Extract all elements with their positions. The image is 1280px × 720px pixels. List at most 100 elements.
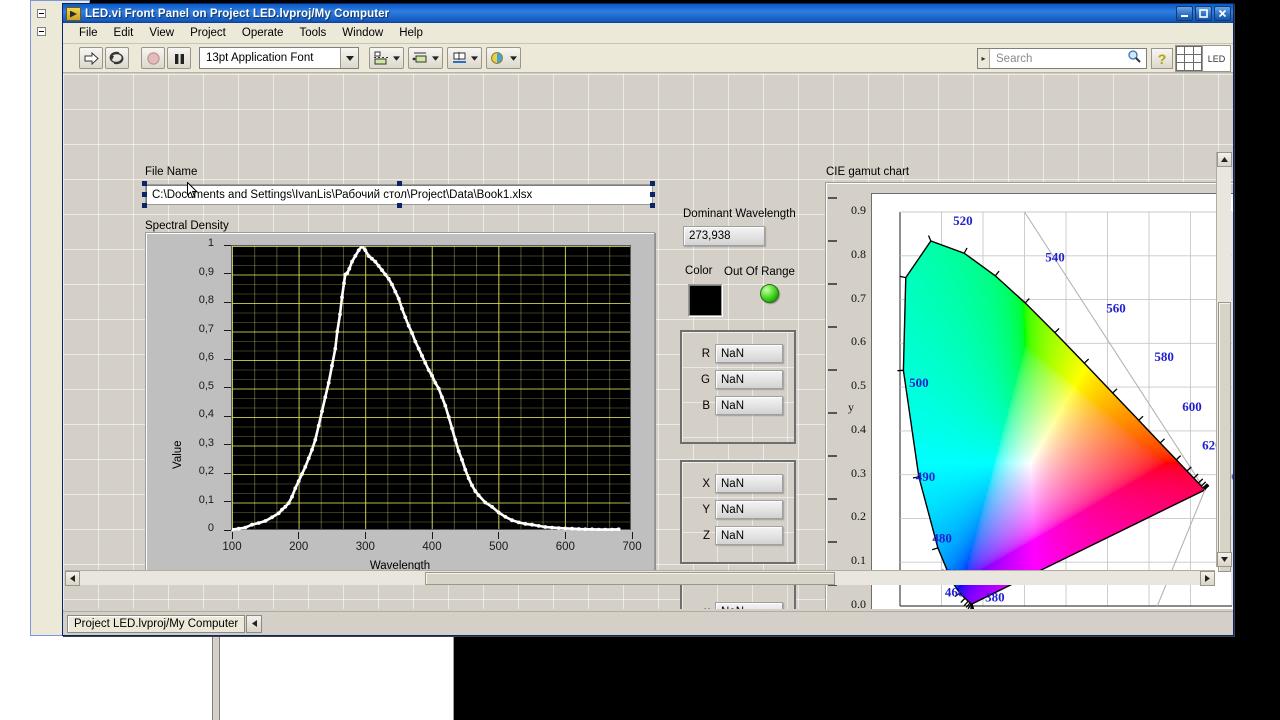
spectral-y-tick: 0,2 [146,465,222,477]
rgb-label-g: G [694,374,710,386]
selection-handle-tl[interactable] [142,181,147,186]
spectral-x-tickmark [564,532,566,539]
vertical-scrollbar[interactable] [1216,152,1232,572]
cie-y-axis-title: y [848,400,854,415]
run-button[interactable] [79,47,103,69]
xyz-row-y: Y NaN [694,500,783,519]
horizontal-scrollbar[interactable] [65,570,1215,586]
menu-tools[interactable]: Tools [291,25,334,41]
tree-collapse-icon-2[interactable] [37,27,46,36]
xyz-label-x: X [694,478,710,490]
xyz-row-x: X NaN [694,474,783,493]
scroll-up-arrow-icon[interactable] [1217,152,1232,167]
xy-cluster[interactable]: x NaN y NaN [680,582,796,609]
file-name-path-control[interactable]: C:\Documents and Settings\IvanLis\Рабочи… [145,184,653,205]
out-of-range-led[interactable] [760,284,779,303]
selection-handle-mr[interactable] [650,192,655,197]
resize-objects-button[interactable] [447,47,482,69]
selection-handle-tm[interactable] [397,181,402,186]
spectral-y-tickmark [224,501,231,502]
horizontal-scroll-thumb[interactable] [425,572,835,585]
selection-handle-ml[interactable] [142,192,147,197]
chevron-down-icon[interactable] [340,48,358,68]
xyz-value-y[interactable]: NaN [715,500,783,519]
title-bar[interactable]: LED.vi Front Panel on Project LED.lvproj… [63,4,1233,23]
cie-wavelength-label: 490 [916,469,936,484]
cie-wavelength-label: 460 [945,584,965,599]
spectral-y-tick: 0,8 [146,294,222,306]
mouse-cursor-icon [187,182,198,199]
connector-pane[interactable]: LED [1175,45,1231,72]
xyz-value-x[interactable]: NaN [715,474,783,493]
rgb-cluster[interactable]: R NaN G NaN B NaN [680,330,796,444]
spectral-y-tickmark [224,358,231,360]
rgb-value-r[interactable]: NaN [715,344,783,363]
cie-gamut-chart[interactable]: 380460470480490500520540560580600620700 … [825,182,1233,609]
spectral-y-tickmark [224,472,231,474]
align-objects-button[interactable] [369,47,404,69]
spectral-y-tickmark [224,444,231,445]
spectral-y-tick: 0,4 [146,408,222,420]
cie-wavelength-label: 380 [985,590,1005,605]
status-bar: Project LED.lvproj/My Computer [63,611,1233,635]
selection-handle-bl[interactable] [142,203,147,208]
menu-operate[interactable]: Operate [234,25,292,41]
spectral-x-tickmark [298,532,300,539]
reorder-objects-button[interactable] [486,47,521,69]
spectral-density-graph[interactable]: Value 0 0,1 0,2 0,3 0,4 0,5 0,6 0,7 0,8 0,9 1 100 2… [145,232,655,584]
vertical-scroll-thumb[interactable] [1218,302,1231,572]
xy-value-x[interactable]: NaN [715,602,783,609]
cie-ruler-tick [828,498,837,500]
search-input-value: Search [990,53,1127,65]
rgb-value-g[interactable]: NaN [715,370,783,389]
context-help-button[interactable]: ? [1151,48,1173,69]
search-input[interactable]: ▸ Search [977,48,1147,69]
dominant-wavelength-label: Dominant Wavelength [683,208,796,220]
spectral-x-tickmark [631,532,633,539]
pause-button[interactable] [167,47,191,69]
maximize-button[interactable] [1195,6,1212,21]
connector-terminals-icon[interactable] [1176,46,1202,71]
scroll-left-arrow-icon[interactable] [65,571,80,586]
minimize-button[interactable] [1176,6,1193,21]
cie-y-tick: 0.7 [828,291,866,306]
cie-ruler-tick [828,240,837,242]
menu-file[interactable]: File [71,25,106,41]
magnifier-icon[interactable] [1127,49,1146,68]
file-name-label: File Name [145,166,197,178]
run-continuously-button[interactable] [105,47,129,69]
status-context-text[interactable]: Project LED.lvproj/My Computer [67,614,246,633]
xyz-value-z[interactable]: NaN [715,526,783,545]
menu-help[interactable]: Help [391,25,431,41]
color-indicator[interactable] [688,284,722,316]
font-selector[interactable]: 13pt Application Font [199,47,359,69]
spectral-x-tick: 500 [475,541,523,553]
cie-wavelength-label: 580 [1154,349,1174,364]
menu-edit[interactable]: Edit [106,25,142,41]
search-expand-icon[interactable]: ▸ [978,49,990,68]
selection-handle-br[interactable] [650,203,655,208]
rgb-value-b[interactable]: NaN [715,396,783,415]
tree-collapse-icon[interactable] [37,9,46,18]
cie-wavelength-label: 600 [1182,399,1202,414]
distribute-objects-button[interactable] [408,47,443,69]
abort-execution-button[interactable] [141,47,165,69]
menu-view[interactable]: View [141,25,182,41]
spectral-y-tick: 0,7 [146,323,222,335]
menu-window[interactable]: Window [334,25,391,41]
selection-handle-tr[interactable] [650,181,655,186]
menu-project[interactable]: Project [182,25,234,41]
cie-plot-area[interactable]: 380460470480490500520540560580600620700 [871,193,1233,609]
status-left-arrow-icon[interactable] [246,614,263,633]
selection-handle-bm[interactable] [397,203,402,208]
spectral-x-tick: 700 [608,541,656,553]
scroll-down-arrow-icon[interactable] [1217,552,1232,567]
close-button[interactable] [1214,6,1231,21]
xyz-cluster[interactable]: X NaN Y NaN Z NaN [680,460,796,564]
scroll-right-arrow-icon[interactable] [1200,571,1215,586]
out-of-range-label: Out Of Range [724,266,795,278]
spectral-plot-area[interactable] [231,245,631,531]
window-controls [1176,6,1231,21]
labview-vi-icon [66,6,81,21]
dominant-wavelength-indicator[interactable]: 273,938 [683,226,765,246]
